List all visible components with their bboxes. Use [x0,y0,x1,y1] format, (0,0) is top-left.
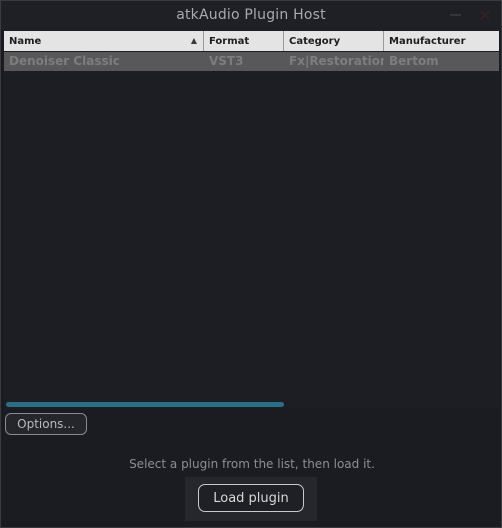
instruction-text: Select a plugin from the list, then load… [129,457,375,471]
sort-ascending-icon: ▲ [190,36,197,45]
plugin-host-window: atkAudio Plugin Host ✕ Name ▲ Format Cat… [0,0,502,528]
close-icon: ✕ [478,5,492,25]
cell-format: VST3 [209,54,244,68]
plugin-table[interactable]: Name ▲ Format Category Manufacturer Deno… [4,31,499,409]
close-button[interactable]: ✕ [475,5,495,25]
title-bar[interactable]: atkAudio Plugin Host ✕ [1,1,501,31]
cell-manufacturer: Bertom [389,54,439,68]
cell-category: Fx|Restoration [289,54,384,68]
options-button[interactable]: Options... [5,413,87,435]
column-header-manufacturer[interactable]: Manufacturer [384,31,499,51]
column-header-format[interactable]: Format [204,31,284,51]
column-header-category[interactable]: Category [284,31,384,51]
minimize-icon [449,14,461,16]
minimize-button[interactable] [445,5,465,25]
table-header: Name ▲ Format Category Manufacturer [4,31,499,51]
cell-name: Denoiser Classic [9,54,120,68]
horizontal-scrollbar[interactable] [6,402,284,407]
window-title: atkAudio Plugin Host [176,7,326,23]
table-row[interactable]: Denoiser Classic VST3 Fx|Restoration Ber… [4,52,499,71]
load-button-container: Load plugin [185,477,317,521]
column-header-name[interactable]: Name ▲ [4,31,204,51]
load-plugin-button[interactable]: Load plugin [198,484,304,512]
